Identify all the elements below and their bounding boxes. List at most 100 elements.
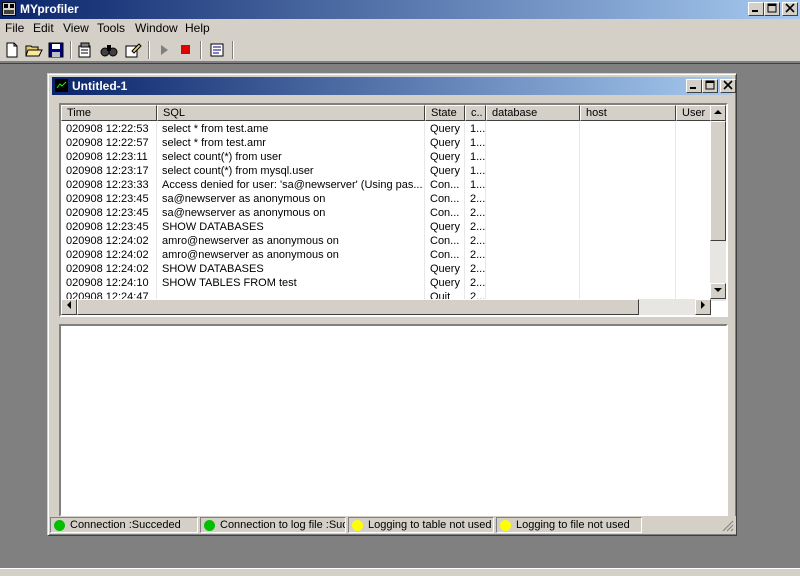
menu-view[interactable]: View (63, 21, 89, 35)
table-cell: 020908 12:24:02 (61, 262, 157, 276)
table-cell: select * from test.amr (157, 136, 425, 150)
table-cell (676, 234, 711, 248)
arrow-right-icon (701, 301, 705, 309)
table-cell: 1... (465, 136, 486, 150)
column-header-host[interactable]: host (580, 105, 676, 121)
child-minimize-button[interactable] (686, 79, 702, 93)
status-connection: Connection :Succeded (50, 517, 198, 533)
child-title-bar[interactable]: Untitled-1 (52, 77, 736, 95)
horizontal-scroll-thumb[interactable] (77, 299, 639, 315)
column-header-user[interactable]: User (676, 105, 711, 121)
table-cell (486, 164, 580, 178)
column-header-time[interactable]: Time (61, 105, 157, 121)
query-log-list[interactable]: Time SQL State c.. database host User 02… (59, 103, 728, 317)
resize-grip-icon[interactable] (722, 520, 734, 532)
table-cell: 2... (465, 234, 486, 248)
table-row[interactable]: 020908 12:23:45 sa@newserver as anonymous… (61, 192, 711, 206)
table-cell: 2... (465, 192, 486, 206)
menu-file[interactable]: File (5, 21, 24, 35)
table-cell: 2... (465, 220, 486, 234)
table-row[interactable]: 020908 12:24:02 SHOW DATABASES Query 2... (61, 262, 711, 276)
scroll-down-button[interactable] (710, 283, 726, 299)
table-cell: Con... (425, 192, 465, 206)
detail-pane[interactable] (59, 324, 728, 517)
edit-icon[interactable] (124, 41, 142, 59)
table-cell: 020908 12:24:02 (61, 248, 157, 262)
table-cell (580, 262, 676, 276)
status-logging-table: Logging to table not used (348, 517, 494, 533)
column-header-database[interactable]: database (486, 105, 580, 121)
minimize-icon (690, 87, 696, 89)
table-row[interactable]: 020908 12:23:45 sa@newserver as anonymous… (61, 206, 711, 220)
table-row[interactable]: 020908 12:23:17 select count(*) from mysq… (61, 164, 711, 178)
table-row[interactable]: 020908 12:24:10 SHOW TABLES FROM test Quer… (61, 276, 711, 290)
vertical-scrollbar[interactable] (710, 105, 726, 301)
menu-help[interactable]: Help (185, 21, 210, 35)
table-row[interactable]: 020908 12:22:57 select * from test.amr Que… (61, 136, 711, 150)
play-icon[interactable] (155, 41, 173, 59)
child-title: Untitled-1 (72, 79, 128, 93)
table-cell (676, 248, 711, 262)
status-yellow-icon (500, 520, 511, 531)
table-cell: Con... (425, 248, 465, 262)
close-button[interactable] (782, 2, 798, 16)
table-row[interactable]: 020908 12:23:11 select count(*) from user… (61, 150, 711, 164)
column-header-state[interactable]: State (425, 105, 465, 121)
table-cell: Query (425, 122, 465, 136)
scroll-up-button[interactable] (710, 105, 726, 121)
table-cell: 1... (465, 164, 486, 178)
minimize-button[interactable] (748, 2, 764, 16)
table-cell (676, 150, 711, 164)
minimize-icon (752, 10, 758, 12)
menu-tools[interactable]: Tools (97, 21, 125, 35)
horizontal-scrollbar[interactable] (61, 299, 711, 315)
table-cell (580, 276, 676, 290)
child-window: Untitled-1 Time SQL State c.. database h… (47, 73, 737, 536)
menu-edit[interactable]: Edit (33, 21, 54, 35)
table-cell: 020908 12:23:45 (61, 220, 157, 234)
open-folder-icon[interactable] (25, 41, 43, 59)
status-green-icon (204, 520, 215, 531)
properties-icon[interactable] (76, 41, 94, 59)
maximize-button[interactable] (764, 2, 780, 16)
table-cell (486, 262, 580, 276)
table-row[interactable]: 020908 12:23:33 Access denied for user: '… (61, 178, 711, 192)
log-icon[interactable] (208, 41, 226, 59)
table-row[interactable]: 020908 12:24:02 amro@newserver as anonymo… (61, 234, 711, 248)
status-yellow-icon (352, 520, 363, 531)
vertical-scroll-thumb[interactable] (710, 121, 726, 241)
table-cell (580, 234, 676, 248)
stop-icon[interactable] (177, 41, 195, 59)
arrow-up-icon (714, 110, 722, 114)
table-cell (676, 164, 711, 178)
table-cell: Query (425, 150, 465, 164)
table-cell (676, 220, 711, 234)
column-header-sql[interactable]: SQL (157, 105, 425, 121)
table-cell: Con... (425, 178, 465, 192)
table-cell (676, 206, 711, 220)
table-row[interactable]: 020908 12:22:53 select * from test.ame Que… (61, 122, 711, 136)
table-cell: 020908 12:23:45 (61, 206, 157, 220)
find-icon[interactable] (100, 41, 118, 59)
scroll-left-button[interactable] (61, 299, 77, 315)
table-row[interactable]: 020908 12:23:45 SHOW DATABASES Query 2... (61, 220, 711, 234)
child-maximize-button[interactable] (702, 79, 718, 93)
new-file-icon[interactable] (3, 41, 21, 59)
app-icon[interactable] (2, 2, 16, 16)
menu-window[interactable]: Window (135, 21, 178, 35)
app-title: MYprofiler (20, 2, 79, 16)
save-icon[interactable] (47, 41, 65, 59)
table-cell: 1... (465, 150, 486, 164)
app-title-bar[interactable]: MYprofiler (0, 0, 800, 19)
scroll-right-button[interactable] (695, 299, 711, 315)
table-cell: 2... (465, 262, 486, 276)
menu-bar: File Edit View Tools Window Help (0, 19, 800, 38)
bottom-strip (0, 568, 800, 576)
table-cell (676, 136, 711, 150)
child-close-button[interactable] (720, 79, 736, 93)
table-row[interactable]: 020908 12:24:02 amro@newserver as anonymo… (61, 248, 711, 262)
table-cell (486, 178, 580, 192)
column-header-c[interactable]: c.. (465, 105, 486, 121)
child-window-icon[interactable] (55, 79, 68, 92)
table-cell: SHOW DATABASES (157, 262, 425, 276)
